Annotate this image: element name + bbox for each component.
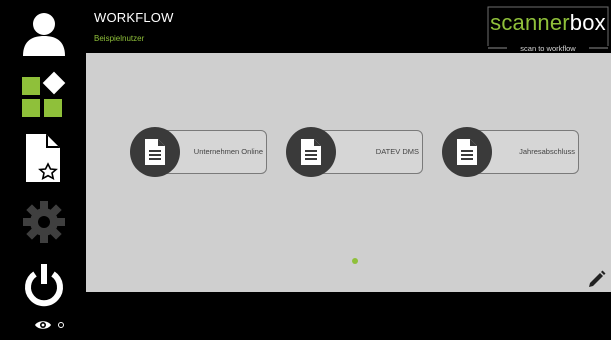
tile-label: Jahresabschluss bbox=[519, 147, 575, 157]
workflow-panel: Unternehmen Online DATEV DMS Jahresabsch… bbox=[86, 53, 611, 292]
visibility-toggle[interactable] bbox=[34, 318, 64, 332]
logo-tagline: scan to workflow bbox=[520, 44, 576, 53]
document-icon bbox=[145, 139, 165, 165]
sidebar bbox=[0, 0, 86, 340]
logo: scannerbox scan to workflow bbox=[487, 6, 609, 56]
workflow-tile[interactable]: Jahresabschluss bbox=[442, 127, 579, 177]
tile-label: DATEV DMS bbox=[375, 147, 419, 157]
gear-icon[interactable] bbox=[20, 198, 68, 246]
user-name: Beispielnutzer bbox=[94, 34, 145, 43]
favorite-document-icon[interactable] bbox=[20, 134, 68, 182]
page-title: WORKFLOW bbox=[94, 10, 174, 25]
tile-icon-badge bbox=[130, 127, 180, 177]
tile-label: Unternehmen Online bbox=[193, 147, 263, 157]
user-icon[interactable] bbox=[20, 10, 68, 58]
eye-icon bbox=[35, 321, 51, 329]
power-icon[interactable] bbox=[20, 262, 68, 310]
edit-icon[interactable] bbox=[587, 269, 607, 289]
header: WORKFLOW Beispielnutzer scannerbox scan … bbox=[86, 0, 611, 53]
indicator-dot bbox=[58, 322, 64, 328]
tile-icon-badge bbox=[286, 127, 336, 177]
document-icon bbox=[301, 139, 321, 165]
workflow-tile[interactable]: DATEV DMS bbox=[286, 127, 423, 177]
apps-icon[interactable] bbox=[20, 71, 68, 119]
page-indicator-dot[interactable] bbox=[352, 258, 358, 264]
footer-bar bbox=[86, 292, 611, 340]
tile-icon-badge bbox=[442, 127, 492, 177]
document-icon bbox=[457, 139, 477, 165]
workflow-tile[interactable]: Unternehmen Online bbox=[130, 127, 267, 177]
